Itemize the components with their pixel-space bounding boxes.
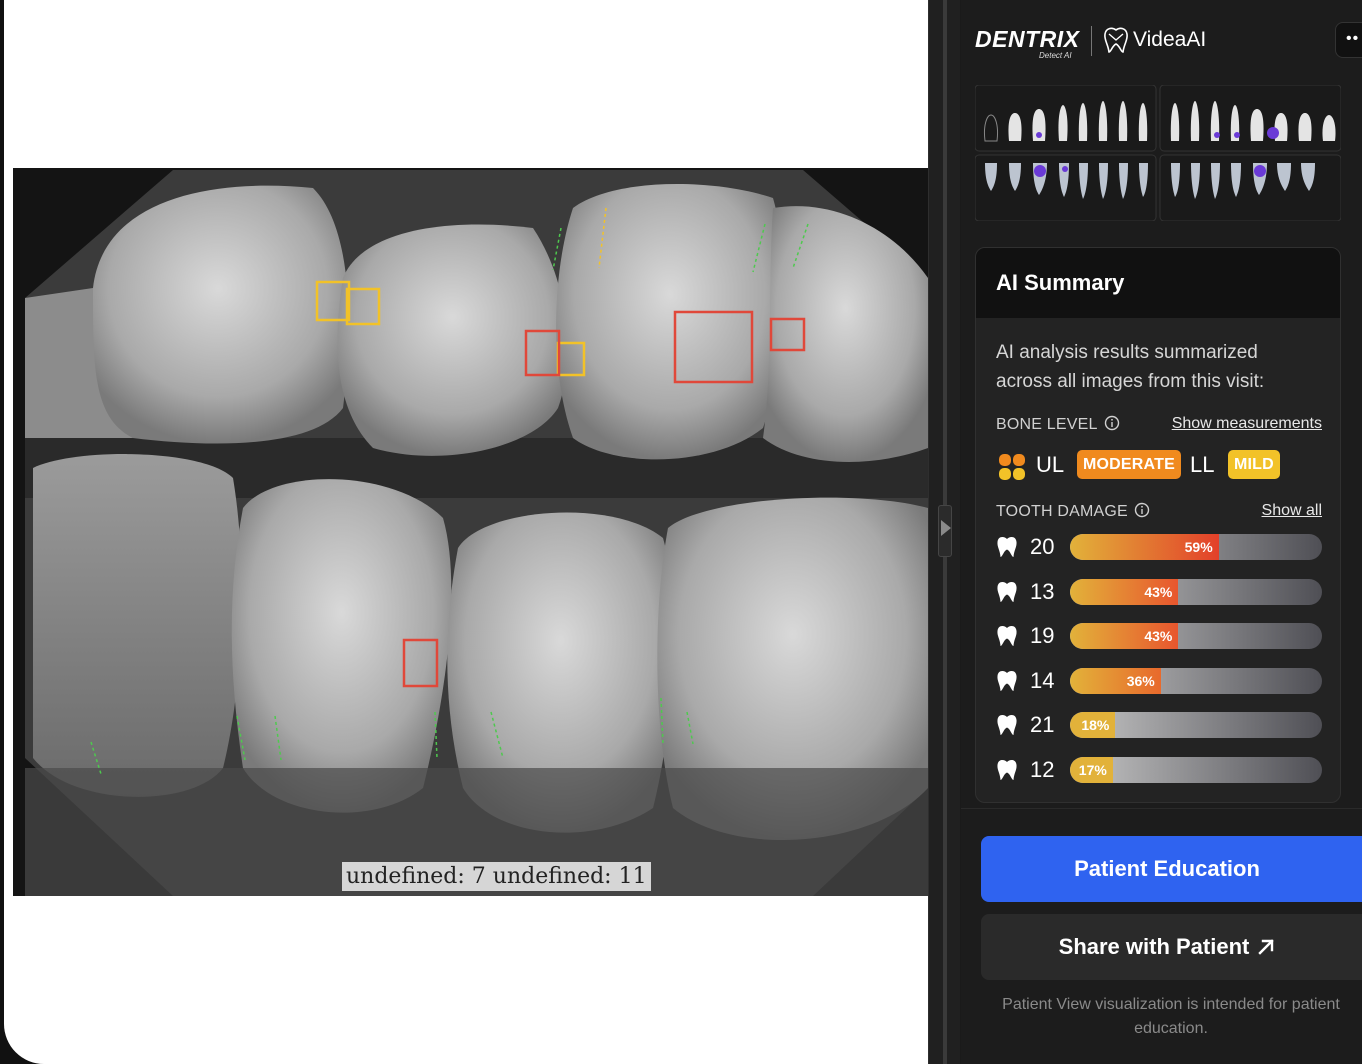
upper-tooth-2 <box>337 224 568 456</box>
damage-bar-fill: 17% <box>1070 756 1113 783</box>
damage-percent: 43% <box>1144 628 1173 644</box>
show-measurements-link[interactable]: Show measurements <box>1172 415 1322 433</box>
lower-jaw-label: LL <box>1190 452 1215 477</box>
damage-bar-fill: 36% <box>1070 667 1161 694</box>
tooth-damage-row[interactable]: 14 36% <box>996 666 1326 696</box>
tooth-damage-row[interactable]: 13 43% <box>996 577 1326 607</box>
image-viewer-pane: undefined: 7 undefined: 11 <box>0 0 928 1064</box>
tooth-damage-row[interactable]: 21 18% <box>996 710 1326 740</box>
damage-bar-track: 17% <box>1070 756 1322 783</box>
tooth-damage-row[interactable]: 20 59% <box>996 532 1326 562</box>
info-icon[interactable] <box>1104 415 1120 431</box>
patient-education-button[interactable]: Patient Education <box>981 836 1362 902</box>
ai-summary-title: AI Summary <box>996 270 1125 295</box>
damage-bar-track: 43% <box>1070 623 1322 649</box>
tooth-icon <box>996 580 1018 609</box>
lower-tooth-1 <box>33 454 242 797</box>
damage-percent: 43% <box>1144 583 1173 600</box>
tooth-icon <box>996 535 1018 564</box>
image-canvas: undefined: 7 undefined: 11 <box>4 0 928 1064</box>
upper-jaw-label: UL <box>1036 452 1065 477</box>
tooth-number: 12 <box>1030 756 1055 782</box>
share-with-patient-button[interactable]: Share with Patient <box>981 914 1362 980</box>
upper-severity-badge: MODERATE <box>1077 450 1181 479</box>
share-with-patient-label: Share with Patient <box>1058 934 1250 959</box>
tooth-icon <box>996 624 1018 653</box>
damage-bar-fill: 59% <box>1070 534 1219 560</box>
brand-header: DENTRIX Detect AI VideaAI <box>975 24 1355 64</box>
ai-summary-card: AI Summary AI analysis results summarize… <box>975 247 1341 803</box>
tooth-number: 13 <box>1030 578 1055 604</box>
patient-view-disclaimer: Patient View visualization is intended f… <box>1002 996 1340 1037</box>
ai-summary-description: AI analysis results summarized across al… <box>996 342 1265 392</box>
tooth-number: 21 <box>1030 712 1055 737</box>
external-arrow-icon <box>1258 939 1275 955</box>
brand-separator <box>1091 26 1092 56</box>
tooth-chart-quadrant-ul <box>1159 85 1341 152</box>
dentrix-logo: DENTRIX <box>975 26 1080 52</box>
tooth-damage-label: TOOTH DAMAGE <box>996 503 1128 520</box>
tooth-chart[interactable] <box>975 85 1341 221</box>
tooth-number: 19 <box>1030 623 1055 648</box>
damage-percent: 18% <box>1081 717 1110 733</box>
xray-caption: undefined: 7 undefined: 11 <box>342 862 651 891</box>
upper-tooth-3 <box>556 184 784 460</box>
damage-percent: 17% <box>1078 761 1107 778</box>
damage-bar-track: 43% <box>1070 578 1322 605</box>
xray-image[interactable] <box>13 168 928 896</box>
videa-tooth-logo-icon <box>1104 27 1128 53</box>
damage-bar-track: 36% <box>1070 667 1322 694</box>
lower-severity-badge: MILD <box>1228 450 1280 479</box>
damage-bar-fill: 43% <box>1070 623 1179 649</box>
damage-bar-track: 18% <box>1070 712 1322 738</box>
lower-tooth-2 <box>231 479 452 813</box>
tooth-icon <box>996 669 1018 698</box>
bone-level-section-label: BONE LEVEL <box>996 415 1120 434</box>
bone-level-label: BONE LEVEL <box>996 416 1098 433</box>
upper-tooth-1 <box>87 185 349 444</box>
panel-actions: Patient Education Share with Patient Pat… <box>961 808 1362 1064</box>
tooth-icon <box>996 713 1018 742</box>
videa-logo-text: VideaAI <box>1133 28 1207 51</box>
bone-level-row: UL MODERATE LL MILD <box>996 450 1326 482</box>
damage-bar-fill: 18% <box>1070 712 1116 738</box>
damage-bar-track: 59% <box>1070 534 1322 560</box>
tooth-damage-row[interactable]: 19 43% <box>996 621 1326 651</box>
collapse-arrow-icon[interactable] <box>941 520 951 536</box>
show-all-link[interactable]: Show all <box>1262 502 1322 520</box>
quadrant-icon <box>999 454 1025 480</box>
damage-percent: 36% <box>1126 672 1155 689</box>
tooth-damage-row[interactable]: 12 17% <box>996 755 1326 785</box>
tooth-damage-section-label: TOOTH DAMAGE <box>996 502 1150 521</box>
tooth-damage-list[interactable]: 20 59% 13 43% 19 43% 14 36% 21 18% 12 17% <box>996 532 1326 785</box>
tooth-icon <box>996 758 1018 786</box>
damage-percent: 59% <box>1184 539 1213 555</box>
panel-resize-divider[interactable] <box>928 0 960 1064</box>
info-icon[interactable] <box>1134 502 1150 518</box>
tooth-number: 14 <box>1030 667 1055 693</box>
dentrix-logo-subtitle: Detect AI <box>1039 51 1072 60</box>
more-options-button[interactable]: •• <box>1335 22 1362 58</box>
ai-summary-header: AI Summary <box>976 248 1340 318</box>
damage-bar-fill: 43% <box>1070 578 1179 605</box>
tooth-number: 20 <box>1030 534 1055 559</box>
ai-side-panel: DENTRIX Detect AI VideaAI •• AI Summary … <box>961 0 1362 1064</box>
